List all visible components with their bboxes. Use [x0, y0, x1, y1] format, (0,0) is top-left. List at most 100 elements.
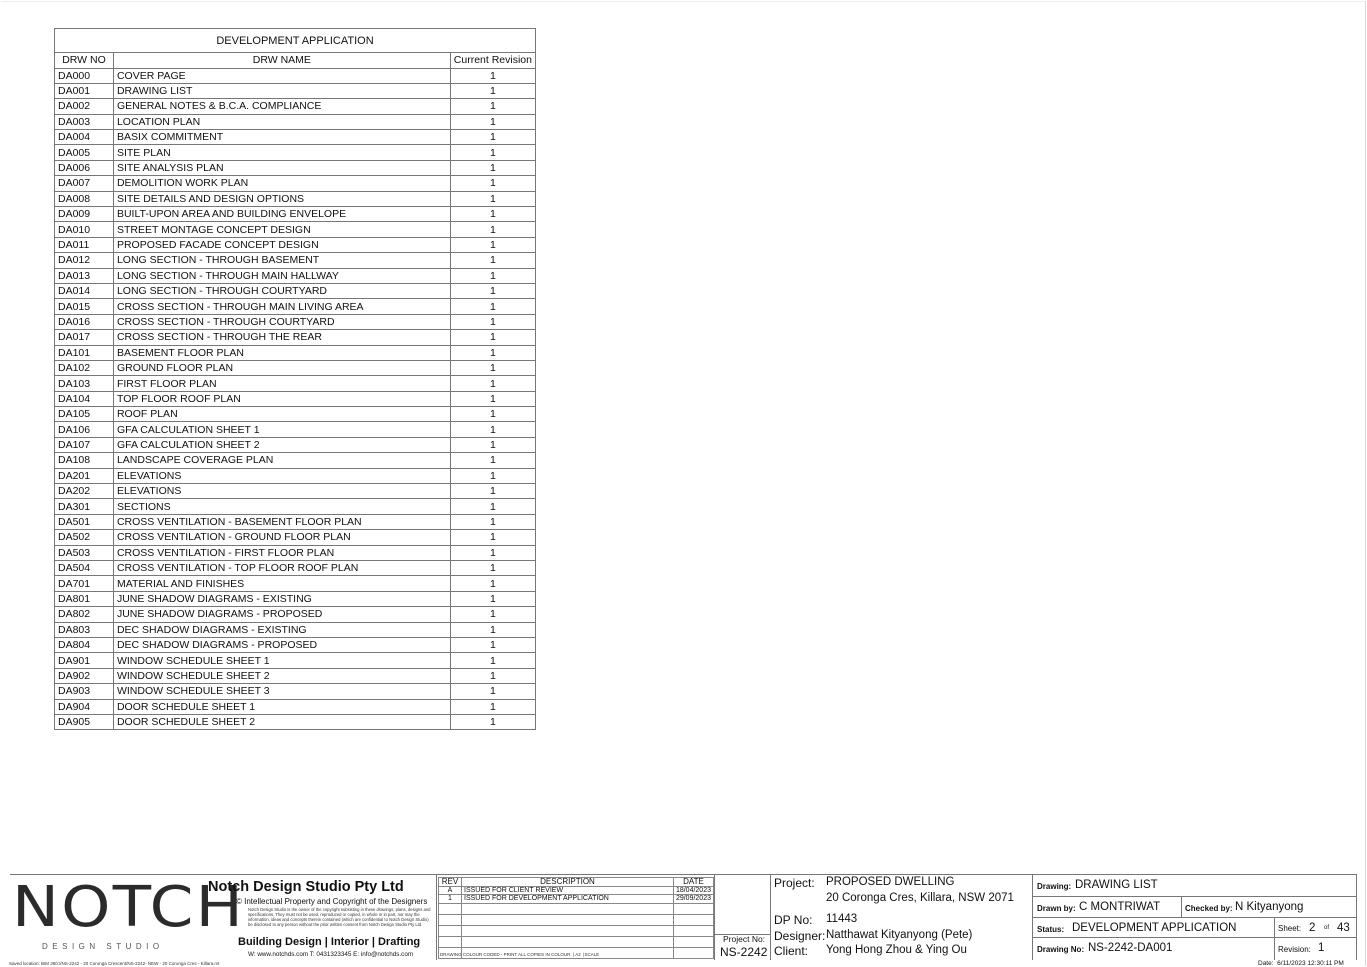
copyright-disclaimer: Notch Design Studio is the owner of the …: [248, 907, 431, 927]
revision-cell: 1: [449, 683, 537, 700]
drw-no-cell: DA007: [54, 175, 114, 192]
table-row: DA901 WINDOW SCHEDULE SHEET 11: [54, 652, 537, 669]
drw-no-cell: DA105: [54, 406, 114, 423]
plot-date: Date: 6/11/2023 12:30:11 PM: [1258, 960, 1344, 967]
contact-details: W: www.notchds.com T: 0431323345 E: info…: [248, 951, 414, 958]
drw-name-cell: ROOF PLAN: [112, 406, 451, 423]
drw-no-cell: DA017: [54, 329, 114, 346]
drw-name-cell: GENERAL NOTES & B.C.A. COMPLIANCE: [112, 98, 451, 115]
drw-no-cell: DA502: [54, 529, 114, 546]
drw-no-cell: DA015: [54, 298, 114, 315]
revision-cell: 1: [449, 513, 537, 531]
drw-no-cell: DA011: [54, 236, 114, 254]
drw-no-cell: DA014: [54, 282, 114, 300]
drw-name-cell: SECTIONS: [112, 498, 451, 515]
table-row: DA802 JUNE SHADOW DIAGRAMS - PROPOSED 1: [54, 606, 537, 623]
drawing-number: NS-2242-DA001: [1088, 942, 1173, 954]
drw-name-cell: PROPOSED FACADE CONCEPT DESIGN: [112, 236, 451, 254]
drw-name-cell: BASEMENT FLOOR PLAN: [112, 344, 451, 361]
revision-cell: 1: [449, 575, 537, 592]
date-label: Date:: [1258, 960, 1274, 967]
drw-name-cell: JUNE SHADOW DIAGRAMS - EXISTING: [112, 590, 451, 608]
revision-cell: 1: [449, 329, 537, 346]
table-row: DA103 FIRST FLOOR PLAN 1: [54, 375, 537, 392]
project-no: NS-2242: [720, 945, 768, 959]
status-value: DEVELOPMENT APPLICATION: [1072, 922, 1237, 934]
drw-no-cell: DA108: [54, 452, 114, 469]
sheet-of: of: [1324, 925, 1330, 931]
drw-no-cell: DA104: [54, 390, 114, 408]
revision-cell: 1: [449, 483, 537, 500]
table-row: DA902 WINDOW SCHEDULE SHEET 21: [54, 667, 537, 685]
revision-cell: 1: [449, 82, 537, 100]
drw-name-cell: ELEVATIONS: [112, 483, 451, 500]
drw-no-cell: DA013: [54, 267, 114, 284]
drw-no-cell: DA804: [54, 636, 114, 654]
revision-cell: 1: [449, 67, 537, 84]
drw-name-cell: SITE ANALYSIS PLAN: [112, 159, 451, 177]
drw-no-cell: DA106: [54, 421, 114, 438]
revision-cell: 1: [449, 221, 537, 238]
date-value: 6/11/2023 12:30:11 PM: [1277, 960, 1344, 967]
drw-name-cell: TOP FLOOR ROOF PLAN: [112, 390, 451, 408]
revision-cell: 1: [449, 621, 537, 638]
logo-subtext: DESIGN STUDIO: [42, 942, 164, 951]
table-row: DA004 BASIX COMMITMENT 1: [54, 129, 537, 146]
project-no-label: Project No:: [723, 934, 766, 944]
revision-cell: 1: [449, 144, 537, 161]
drw-name-cell: GFA CALCULATION SHEET 1: [112, 421, 451, 438]
rev-description: ISSUED FOR CLIENT REVIEW: [461, 885, 674, 895]
revision-cell: 1: [449, 559, 537, 577]
drw-name-cell: WINDOW SCHEDULE SHEET 3: [112, 683, 451, 700]
drw-name-cell: CROSS VENTILATION - FIRST FLOOR PLAN: [112, 544, 451, 562]
revision-cell: 1: [449, 698, 537, 715]
table-row: DA905 DOOR SCHEDULE SHEET 21: [54, 713, 537, 731]
rev-date: 18/04/2023: [672, 885, 715, 895]
drw-name-cell: SITE DETAILS AND DESIGN OPTIONS: [112, 190, 451, 208]
table-row: DA007 DEMOLITION WORK PLAN 1: [54, 175, 537, 192]
revision-row: A ISSUED FOR CLIENT REVIEW 18/04/2023: [438, 885, 715, 895]
drw-no-cell: DA008: [54, 190, 114, 208]
rev-id: A: [438, 885, 462, 895]
project-name: PROPOSED DWELLING: [826, 876, 955, 888]
table-row: DA803 DEC SHADOW DIAGRAMS - EXISTING 1: [54, 621, 537, 638]
drw-no-cell: DA501: [54, 513, 114, 531]
revision-cell: 1: [449, 667, 537, 685]
table-row: DA009 BUILT-UPON AREA AND BUILDING ENVELO…: [54, 206, 537, 223]
table-row: DA010 STREET MONTAGE CONCEPT DESIGN 1: [54, 221, 537, 238]
revision-cell: 1: [449, 282, 537, 300]
drw-no-cell: DA012: [54, 252, 114, 269]
sheet-number: 2: [1309, 922, 1316, 934]
date-header: DATE: [672, 877, 715, 887]
project-address: 20 Coronga Cres, Killara, NSW 2071: [826, 892, 1014, 904]
drw-no-cell: DA000: [54, 67, 114, 84]
drw-name-cell: DEMOLITION WORK PLAN: [112, 175, 451, 192]
drw-name-cell: LONG SECTION - THROUGH MAIN HALLWAY: [112, 267, 451, 284]
revision-cell: 1: [449, 190, 537, 208]
drw-name-cell: MATERIAL AND FINISHES: [112, 575, 451, 592]
revision-footer: DRAWING COLOUR CODED - PRINT ALL COPIES …: [440, 952, 600, 957]
services-tagline: Building Design | Interior | Drafting: [238, 936, 421, 948]
drw-name-cell: WINDOW SCHEDULE SHEET 1: [112, 652, 451, 669]
drw-name-cell: WINDOW SCHEDULE SHEET 2: [112, 667, 451, 685]
sheet-label: Sheet:: [1278, 924, 1302, 933]
revision-cell: 1: [449, 98, 537, 115]
drawing-list-table: DEVELOPMENT APPLICATION DRW NO DRW NAME …: [54, 28, 537, 731]
drw-no-cell: DA803: [54, 621, 114, 638]
table-row: DA108 LANDSCAPE COVERAGE PLAN 1: [54, 452, 537, 469]
table-row: DA804 DEC SHADOW DIAGRAMS - PROPOSED 1: [54, 636, 537, 654]
drw-name-cell: SITE PLAN: [112, 144, 451, 161]
table-row: DA000 COVER PAGE 1: [54, 67, 537, 84]
drw-name-cell: DEC SHADOW DIAGRAMS - PROPOSED: [112, 636, 451, 654]
drw-no-cell: DA904: [54, 698, 114, 715]
drw-no-cell: DA202: [54, 483, 114, 500]
drw-name-cell: DOOR SCHEDULE SHEET 1: [112, 698, 451, 715]
drw-no-cell: DA107: [54, 436, 114, 454]
table-row: DA006 SITE ANALYSIS PLAN 1: [54, 159, 537, 177]
rev-id: 1: [438, 894, 462, 904]
rev-header: REV: [438, 877, 462, 887]
drw-no-cell: DA901: [54, 652, 114, 669]
drw-no-cell: DA902: [54, 667, 114, 685]
drw-no-cell: DA006: [54, 159, 114, 177]
revision-cell: 1: [449, 375, 537, 392]
